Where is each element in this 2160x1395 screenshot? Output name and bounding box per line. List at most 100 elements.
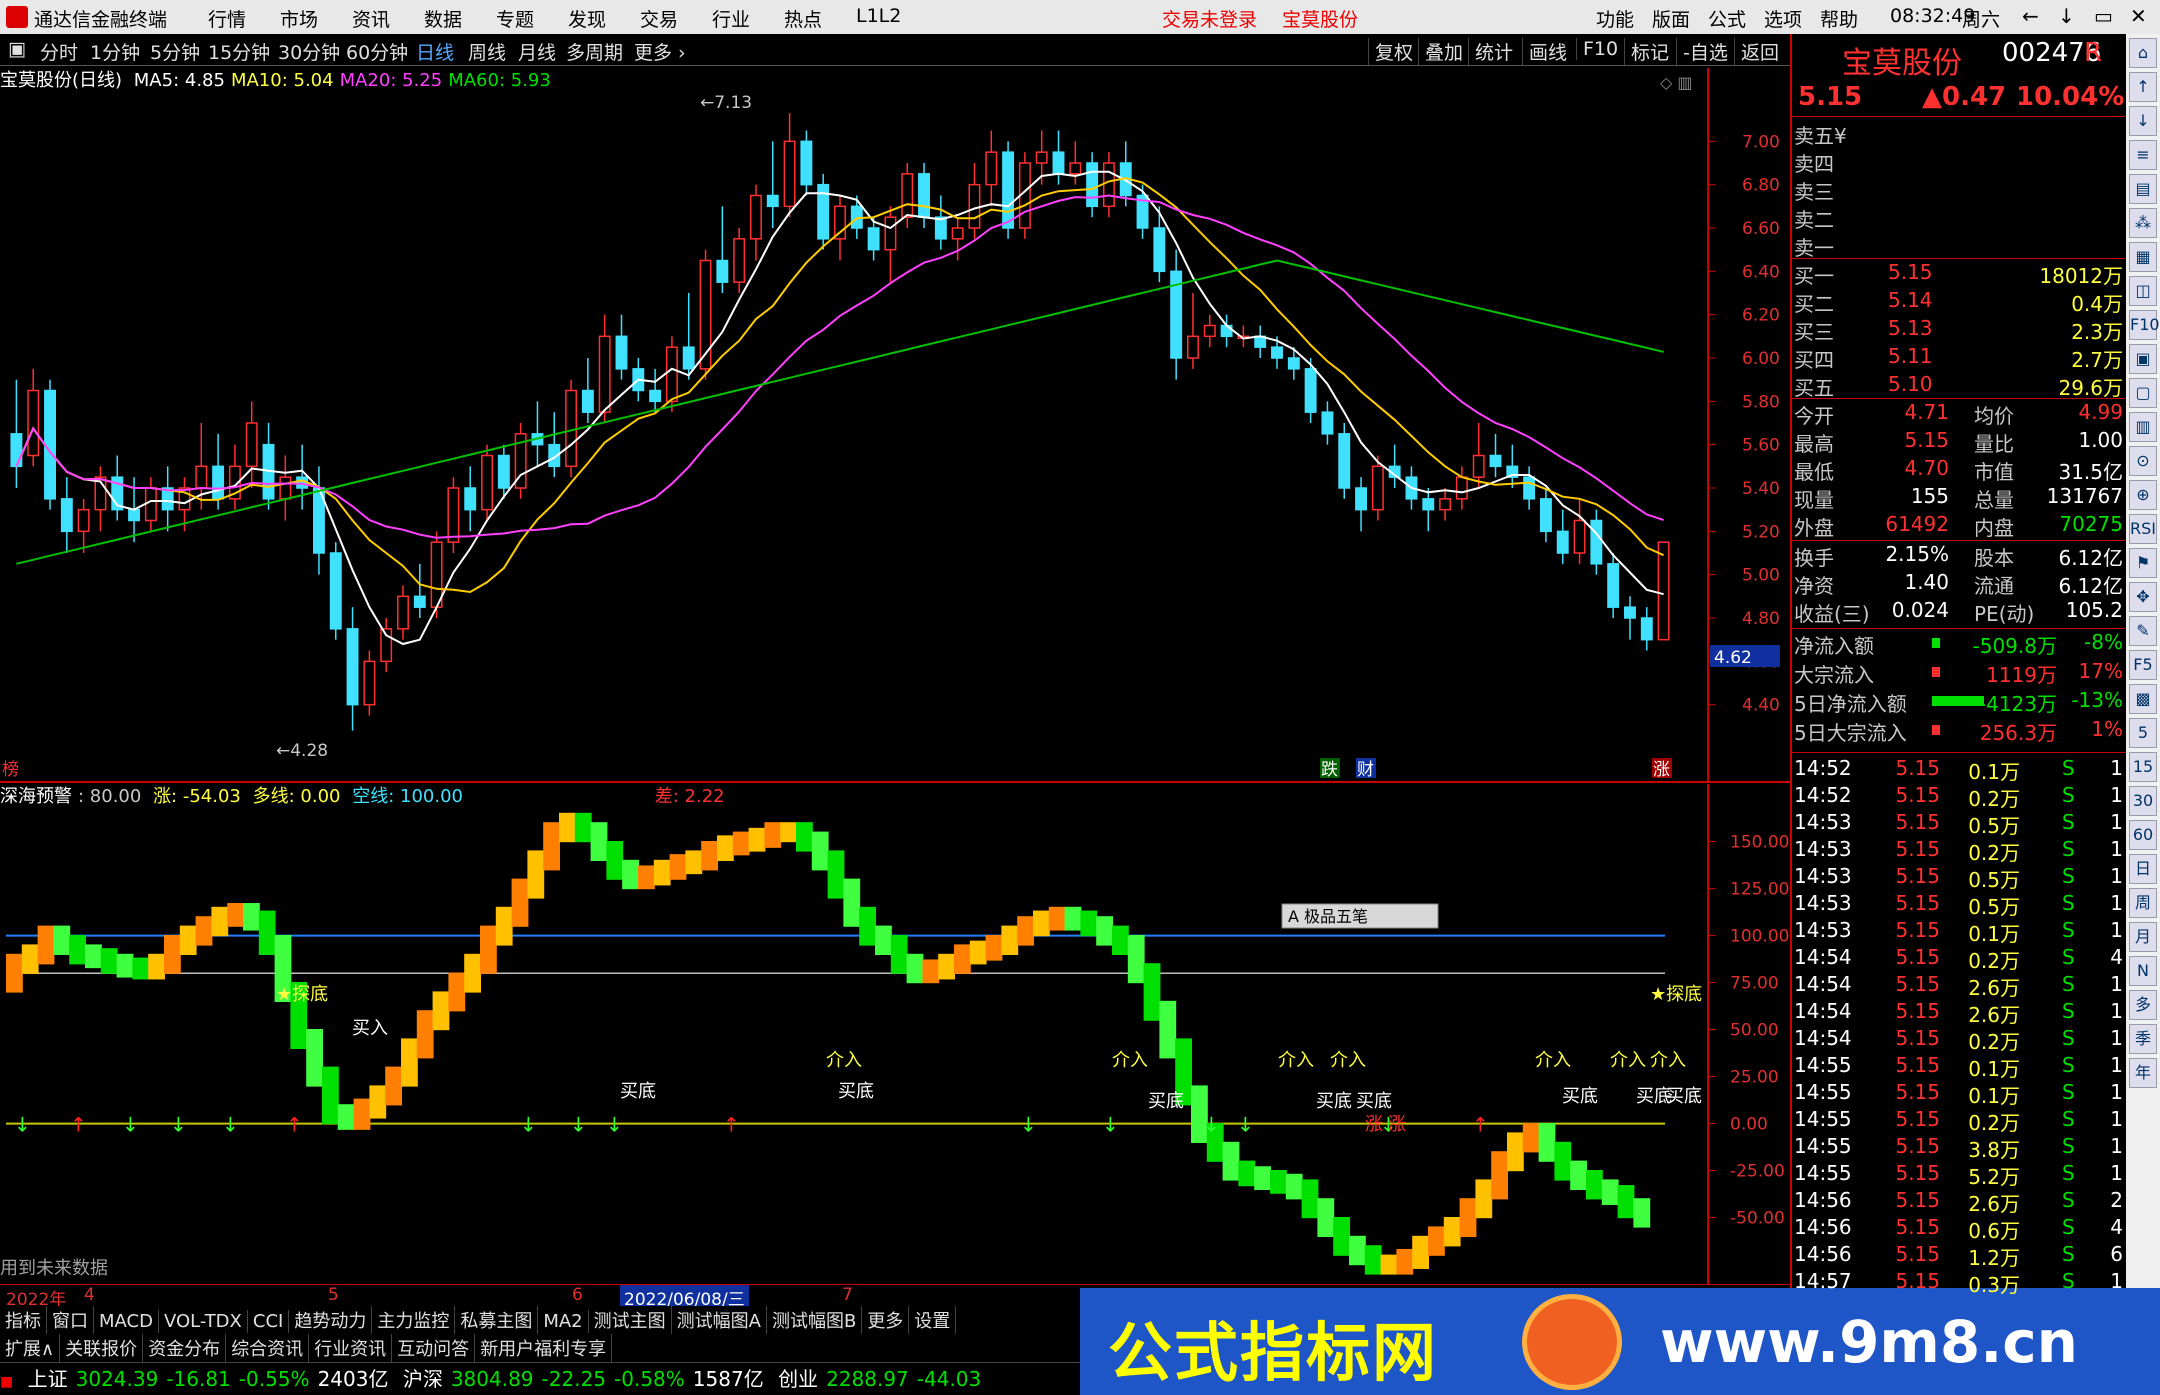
btn-tongji[interactable]: 统计 bbox=[1468, 38, 1513, 65]
close-icon[interactable]: ✕ bbox=[2130, 4, 2147, 28]
sidebar-btn-4[interactable]: ▤ bbox=[2129, 174, 2157, 204]
tab-zhibiao[interactable]: 指标 bbox=[0, 1306, 47, 1334]
trade-login-status[interactable]: 交易未登录 bbox=[1162, 5, 1257, 32]
hs-name[interactable]: 沪深 bbox=[403, 1367, 443, 1391]
period-fenshi[interactable]: 分时 bbox=[40, 38, 78, 65]
menu-shichang[interactable]: 市场 bbox=[280, 5, 318, 32]
maximize-icon[interactable]: ▭ bbox=[2094, 4, 2113, 28]
tab-xinyonghu[interactable]: 新用户福利专享 bbox=[475, 1334, 613, 1362]
sidebar-btn-13[interactable]: ⊕ bbox=[2129, 480, 2157, 510]
menu-zixun[interactable]: 资讯 bbox=[352, 5, 390, 32]
menu-redian[interactable]: 热点 bbox=[784, 5, 822, 32]
tab-zhuli[interactable]: 主力监控 bbox=[372, 1306, 456, 1334]
menu-banmian[interactable]: 版面 bbox=[1652, 5, 1690, 32]
btn-fuquan[interactable]: 复权 bbox=[1368, 38, 1413, 65]
tab-zijin[interactable]: 资金分布 bbox=[143, 1334, 227, 1362]
menu-l1l2[interactable]: L1L2 bbox=[856, 5, 901, 27]
sidebar-btn-5[interactable]: ⁂ bbox=[2129, 208, 2157, 238]
sidebar-btn-3[interactable]: ≡ bbox=[2129, 140, 2157, 170]
sidebar-btn-10[interactable]: ▢ bbox=[2129, 378, 2157, 408]
tab-more[interactable]: 更多 bbox=[862, 1306, 910, 1334]
tab-qushi[interactable]: 趋势动力 bbox=[289, 1306, 373, 1334]
tab-macd[interactable]: MACD bbox=[94, 1310, 159, 1333]
sidebar-btn-23[interactable]: 60 bbox=[2129, 820, 2157, 850]
tab-hudong[interactable]: 互动问答 bbox=[392, 1334, 476, 1362]
menu-hangye[interactable]: 行业 bbox=[712, 5, 750, 32]
period-1min[interactable]: 1分钟 bbox=[90, 38, 140, 65]
tab-hangye[interactable]: 行业资讯 bbox=[309, 1334, 393, 1362]
period-month[interactable]: 月线 bbox=[518, 38, 556, 65]
sidebar-btn-30[interactable]: 年 bbox=[2129, 1058, 2157, 1088]
sidebar-btn-9[interactable]: ▣ bbox=[2129, 344, 2157, 374]
period-multi[interactable]: 多周期 bbox=[566, 38, 623, 65]
sidebar-btn-0[interactable]: ⌂ bbox=[2129, 38, 2157, 68]
btn-huaxian[interactable]: 画线 bbox=[1522, 38, 1567, 65]
menu-gongshi[interactable]: 公式 bbox=[1708, 5, 1746, 32]
btn-zixuan[interactable]: -自选 bbox=[1676, 38, 1728, 65]
sidebar-btn-6[interactable]: ▦ bbox=[2129, 242, 2157, 272]
tab-ma2[interactable]: MA2 bbox=[538, 1310, 589, 1333]
btn-diejia[interactable]: 叠加 bbox=[1418, 38, 1463, 65]
sidebar-btn-7[interactable]: ◫ bbox=[2129, 276, 2157, 306]
sidebar-btn-1[interactable]: ↑ bbox=[2129, 72, 2157, 102]
btn-f10[interactable]: F10 bbox=[1576, 38, 1618, 60]
sidebar-btn-22[interactable]: 30 bbox=[2129, 786, 2157, 816]
btn-fanhui[interactable]: 返回 bbox=[1734, 38, 1779, 65]
minimize-icon[interactable]: ↓ bbox=[2058, 4, 2075, 28]
tab-simu[interactable]: 私募主图 bbox=[455, 1306, 539, 1334]
tab-expand[interactable]: 扩展∧ bbox=[0, 1334, 61, 1362]
period-week[interactable]: 周线 bbox=[468, 38, 506, 65]
cy-name[interactable]: 创业 bbox=[778, 1367, 818, 1391]
menu-gongneng[interactable]: 功能 bbox=[1596, 5, 1634, 32]
menu-zhuanti[interactable]: 专题 bbox=[496, 5, 534, 32]
period-15min[interactable]: 15分钟 bbox=[208, 38, 270, 65]
back-icon[interactable]: ← bbox=[2022, 4, 2039, 28]
menu-faxian[interactable]: 发现 bbox=[568, 5, 606, 32]
sidebar-btn-8[interactable]: F10 bbox=[2129, 310, 2160, 340]
sidebar-btn-2[interactable]: ↓ bbox=[2129, 106, 2157, 136]
tab-ceshi-main[interactable]: 测试主图 bbox=[589, 1306, 672, 1334]
menu-shuju[interactable]: 数据 bbox=[424, 5, 462, 32]
tick-volume: 5.2万 bbox=[1968, 1165, 2020, 1189]
period-5min[interactable]: 5分钟 bbox=[150, 38, 200, 65]
sidebar-btn-14[interactable]: RSI bbox=[2129, 514, 2157, 544]
indicator-chart[interactable]: 150.00 125.00 100.00 75.00 50.00 25.00 0.00 -25… bbox=[0, 784, 1790, 1284]
sidebar-btn-27[interactable]: N bbox=[2129, 956, 2157, 986]
tab-chuangkou[interactable]: 窗口 bbox=[47, 1306, 94, 1334]
btn-biaoji[interactable]: 标记 bbox=[1624, 38, 1669, 65]
menu-hangqing[interactable]: 行情 bbox=[208, 5, 246, 32]
tab-vol-tdx[interactable]: VOL-TDX bbox=[159, 1310, 248, 1333]
sidebar-btn-26[interactable]: 月 bbox=[2129, 922, 2157, 952]
sidebar-btn-17[interactable]: ✎ bbox=[2129, 616, 2157, 646]
sidebar-btn-16[interactable]: ✥ bbox=[2129, 582, 2157, 612]
tab-ceshi-a[interactable]: 测试幅图A bbox=[672, 1306, 767, 1334]
sidebar-btn-24[interactable]: 日 bbox=[2129, 854, 2157, 884]
period-day[interactable]: 日线 bbox=[416, 38, 454, 65]
period-more[interactable]: 更多 › bbox=[634, 38, 686, 65]
sidebar-btn-15[interactable]: ⚑ bbox=[2129, 548, 2157, 578]
sidebar-toggle-icon[interactable]: ▣ bbox=[8, 38, 26, 60]
menu-xuanxiang[interactable]: 选项 bbox=[1764, 5, 1802, 32]
tab-guanlian[interactable]: 关联报价 bbox=[60, 1334, 144, 1362]
tab-settings[interactable]: 设置 bbox=[909, 1306, 957, 1334]
menu-bangzhu[interactable]: 帮助 bbox=[1820, 5, 1858, 32]
sidebar-btn-11[interactable]: ▥ bbox=[2129, 412, 2157, 442]
price-tick-label: 4.80 bbox=[1742, 609, 1780, 629]
tab-ceshi-b[interactable]: 测试幅图B bbox=[767, 1306, 863, 1334]
sh-name[interactable]: 上证 bbox=[28, 1367, 68, 1391]
sidebar-btn-18[interactable]: F5 bbox=[2129, 650, 2157, 680]
kline-chart[interactable]: 7.00 6.80 6.60 6.40 6.20 6.00 5.80 5.60 5.40 5.20… bbox=[0, 68, 1790, 783]
sidebar-btn-12[interactable]: ⊙ bbox=[2129, 446, 2157, 476]
period-30min[interactable]: 30分钟 bbox=[278, 38, 340, 65]
current-stock-link[interactable]: 宝莫股份 bbox=[1282, 5, 1358, 32]
menu-jiaoyi[interactable]: 交易 bbox=[640, 5, 678, 32]
sidebar-btn-29[interactable]: 季 bbox=[2129, 1024, 2157, 1054]
sidebar-btn-21[interactable]: 15 bbox=[2129, 752, 2157, 782]
sidebar-btn-19[interactable]: ▩ bbox=[2129, 684, 2157, 714]
sidebar-btn-20[interactable]: 5 bbox=[2129, 718, 2157, 748]
sidebar-btn-28[interactable]: 多 bbox=[2129, 990, 2157, 1020]
tab-zonghe[interactable]: 综合资讯 bbox=[226, 1334, 310, 1362]
tab-cci[interactable]: CCI bbox=[248, 1310, 290, 1333]
sidebar-btn-25[interactable]: 周 bbox=[2129, 888, 2157, 918]
period-60min[interactable]: 60分钟 bbox=[346, 38, 408, 65]
